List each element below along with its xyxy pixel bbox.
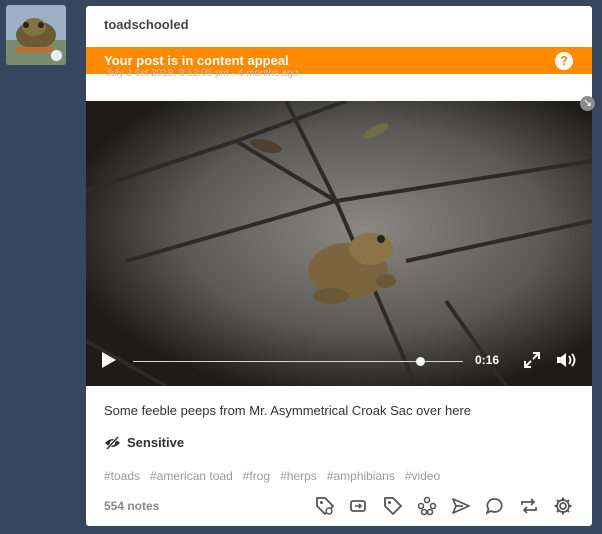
settings-gear-icon[interactable] (552, 495, 573, 516)
help-icon[interactable]: ? (555, 52, 573, 70)
sensitive-text: Sensitive (127, 435, 185, 450)
reply-icon[interactable] (484, 495, 505, 516)
tag-link[interactable]: #american toad (150, 469, 233, 483)
post-actions (314, 495, 573, 517)
tag-link[interactable]: #video (405, 469, 440, 483)
expand-arrow-icon[interactable]: ↘ (580, 96, 595, 111)
queue-reblog-icon[interactable] (348, 495, 369, 516)
video-time: 0:16 (475, 353, 500, 367)
volume-icon[interactable] (556, 351, 578, 369)
post-header: toadschooled (86, 6, 592, 46)
blog-name-link[interactable]: toadschooled (104, 17, 189, 32)
post-caption: Some feeble peeps from Mr. Asymmetrical … (104, 403, 472, 418)
tag-icon[interactable] (382, 495, 403, 516)
post-date: July 2 1st 2018, 8:12:05 pm · 4 months a… (106, 68, 299, 79)
tag-list: #toads #american toad #frog #herps #amph… (104, 469, 440, 483)
sensitive-label[interactable]: Sensitive (104, 435, 184, 450)
reblog-icon[interactable] (518, 495, 539, 516)
banner-text: Your post is in content appeal (104, 53, 289, 68)
progress-track[interactable] (133, 361, 463, 362)
blog-avatar[interactable] (6, 5, 66, 65)
notes-count[interactable]: 554 notes (104, 499, 159, 513)
avatar-badge-icon (50, 49, 63, 62)
tag-link[interactable]: #frog (243, 469, 270, 483)
eye-slash-icon (105, 435, 120, 450)
progress-thumb[interactable] (415, 357, 425, 366)
share-icon[interactable] (450, 495, 471, 516)
video-player[interactable]: 0:16 (86, 101, 592, 386)
video-controls: 0:16 (86, 336, 592, 386)
play-icon[interactable] (102, 352, 116, 368)
fullscreen-icon[interactable] (523, 351, 541, 369)
community-icon[interactable] (416, 495, 437, 516)
post-card: toadschooled Your post is in content app… (86, 6, 592, 526)
tag-link[interactable]: #herps (280, 469, 317, 483)
tag-link[interactable]: #toads (104, 469, 140, 483)
blaze-tag-icon[interactable] (314, 495, 335, 516)
tag-link[interactable]: #amphibians (327, 469, 395, 483)
